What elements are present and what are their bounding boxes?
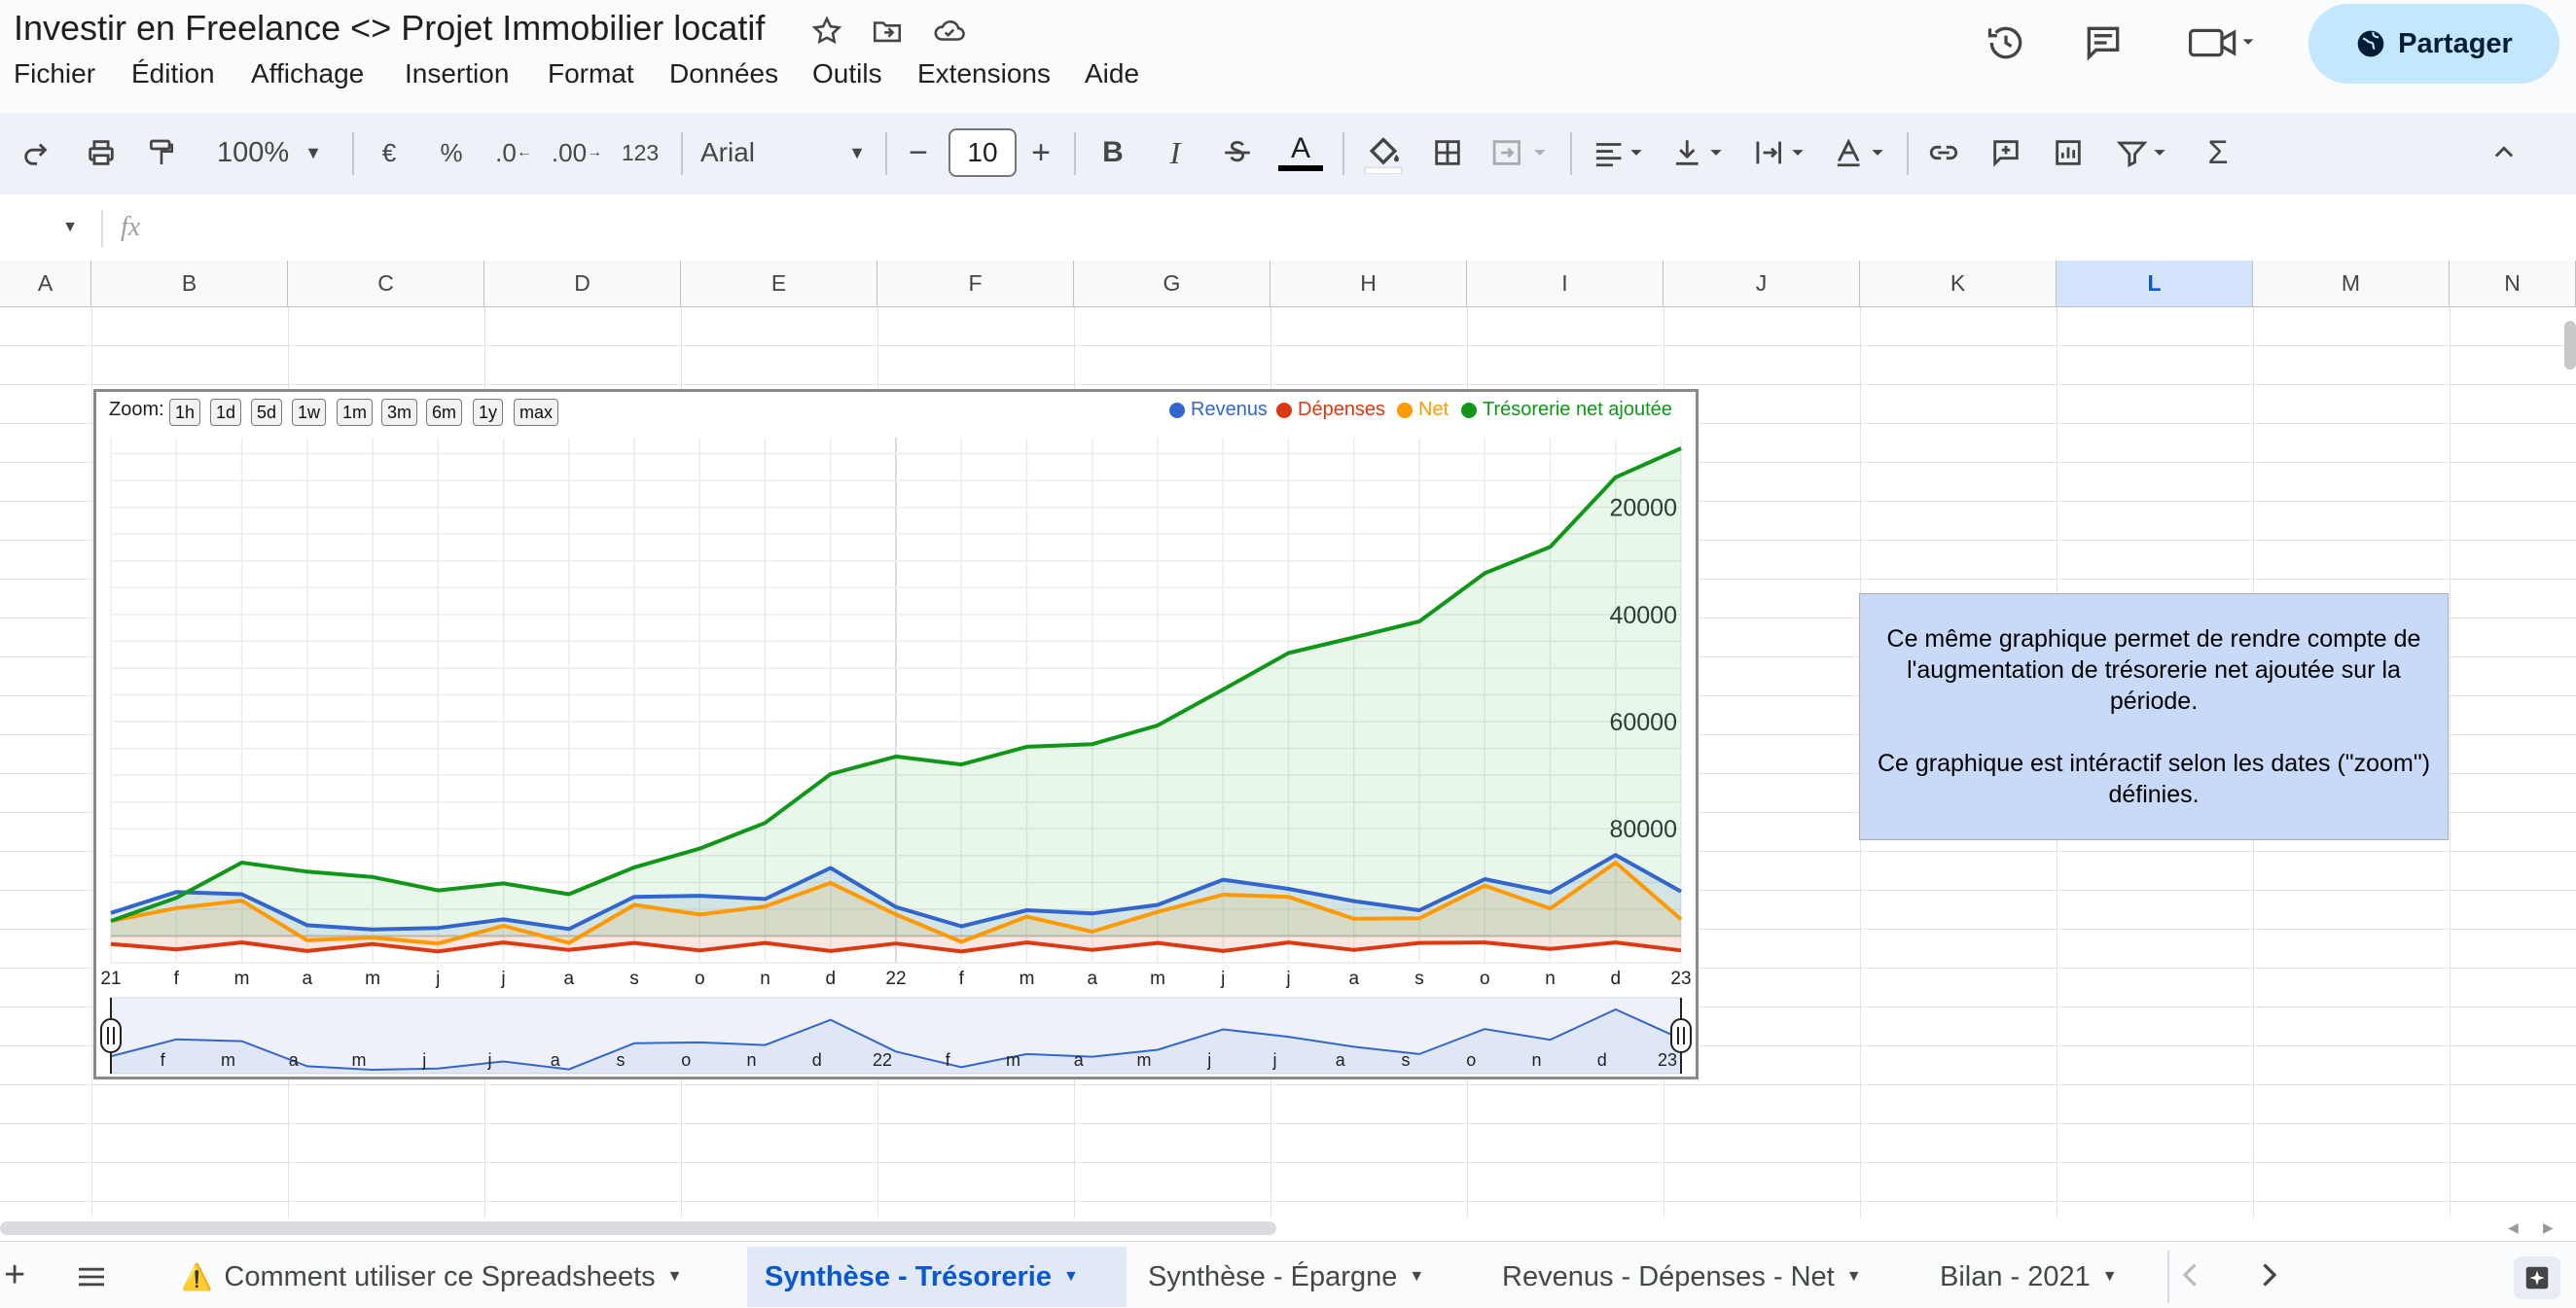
- x-tick-label: j: [435, 969, 440, 989]
- range-tick-label: s: [617, 1050, 626, 1070]
- x-tick-label: m: [234, 969, 250, 989]
- x-tick-label: m: [1150, 969, 1165, 989]
- chevron-left-icon[interactable]: [2179, 1260, 2202, 1294]
- warning-icon: ⚠️: [181, 1261, 213, 1291]
- x-tick-label: s: [629, 969, 639, 989]
- note-paragraph: Ce même graphique permet de rendre compt…: [1886, 625, 2421, 715]
- x-tick-label: 23: [1670, 969, 1691, 989]
- x-tick-label: a: [302, 969, 312, 989]
- chevron-down-icon: ▼: [1409, 1268, 1425, 1285]
- scroll-left-icon[interactable]: ◀: [2508, 1220, 2519, 1236]
- range-tick-label: j: [1272, 1050, 1277, 1070]
- sheet-tab-label: Revenus - Dépenses - Net: [1502, 1260, 1835, 1292]
- range-tick-label: a: [1074, 1050, 1085, 1070]
- range-tick-label: n: [1531, 1050, 1541, 1070]
- x-tick-label: n: [760, 969, 770, 989]
- range-tick-label: n: [746, 1050, 756, 1070]
- x-tick-label: o: [1480, 969, 1490, 989]
- sheet-tab[interactable]: ⚠️ Comment utiliser ce Spreadsheets ▼: [163, 1247, 699, 1307]
- explanation-textbox[interactable]: Ce même graphique permet de rendre compt…: [1859, 593, 2449, 840]
- range-tick-label: a: [1336, 1050, 1346, 1070]
- chevron-down-icon: ▼: [666, 1268, 683, 1285]
- range-tick-label: 23: [1658, 1050, 1677, 1070]
- range-tick-label: m: [1006, 1050, 1020, 1070]
- explore-icon[interactable]: [2514, 1256, 2560, 1299]
- range-tick-label: j: [421, 1050, 426, 1070]
- all-sheets-icon[interactable]: [76, 1264, 107, 1294]
- note-paragraph: Ce graphique est intéractif selon les da…: [1877, 750, 2431, 808]
- x-tick-label: f: [959, 969, 965, 989]
- sheet-tab[interactable]: Bilan - 2021 ▼: [1922, 1247, 2135, 1307]
- chevron-down-icon: ▼: [1062, 1268, 1079, 1285]
- sheet-tab-label: Bilan - 2021: [1940, 1260, 2091, 1292]
- range-tick-label: o: [1466, 1050, 1476, 1070]
- horizontal-scrollbar-thumb[interactable]: [0, 1221, 1276, 1235]
- x-tick-label: m: [1020, 969, 1035, 989]
- range-tick-label: o: [681, 1050, 691, 1070]
- range-tick-label: m: [221, 1050, 235, 1070]
- x-tick-label: a: [1087, 969, 1097, 989]
- range-tick-label: m: [352, 1050, 367, 1070]
- add-sheet-icon[interactable]: +: [4, 1255, 25, 1296]
- range-tick-label: s: [1402, 1050, 1411, 1070]
- tab-divider: [2167, 1251, 2169, 1303]
- range-tick-label: d: [1597, 1050, 1607, 1070]
- x-tick-label: s: [1414, 969, 1424, 989]
- x-tick-label: f: [174, 969, 180, 989]
- x-tick-label: a: [1348, 969, 1359, 989]
- range-handle[interactable]: [100, 1018, 122, 1053]
- x-tick-label: j: [1220, 969, 1225, 989]
- x-tick-label: m: [365, 969, 380, 989]
- sheet-tab[interactable]: Synthèse - Épargne ▼: [1130, 1247, 1442, 1307]
- scroll-right-icon[interactable]: ▶: [2543, 1220, 2554, 1236]
- range-tick-label: d: [812, 1050, 822, 1070]
- chevron-right-icon[interactable]: [2257, 1260, 2280, 1294]
- chevron-down-icon: ▼: [2101, 1268, 2118, 1285]
- x-tick-label: d: [825, 969, 836, 989]
- sheet-tab-label: Synthèse - Trésorerie: [765, 1260, 1052, 1292]
- range-tick-label: 22: [873, 1050, 892, 1070]
- range-tick-label: j: [487, 1050, 492, 1070]
- range-tick-label: m: [1137, 1050, 1152, 1070]
- range-tick-label: a: [289, 1050, 300, 1070]
- x-tick-label: j: [1285, 969, 1290, 989]
- sheet-tab[interactable]: Revenus - Dépenses - Net ▼: [1485, 1247, 1879, 1307]
- x-tick-label: a: [563, 969, 574, 989]
- x-tick-label: d: [1610, 969, 1621, 989]
- x-tick-label: j: [500, 969, 505, 989]
- x-tick-label: o: [695, 969, 705, 989]
- range-handle[interactable]: [1670, 1018, 1692, 1053]
- sheet-tab-active[interactable]: Synthèse - Trésorerie ▼: [747, 1247, 1127, 1307]
- range-tick-label: j: [1206, 1050, 1211, 1070]
- range-tick-label: a: [551, 1050, 561, 1070]
- x-tick-label: n: [1545, 969, 1556, 989]
- x-tick-label: 21: [100, 969, 121, 989]
- x-tick-label: 22: [885, 969, 906, 989]
- sheet-tab-label: Synthèse - Épargne: [1148, 1260, 1398, 1292]
- sheet-tab-label: Comment utiliser ce Spreadsheets: [224, 1260, 656, 1292]
- chevron-down-icon: ▼: [1845, 1268, 1862, 1285]
